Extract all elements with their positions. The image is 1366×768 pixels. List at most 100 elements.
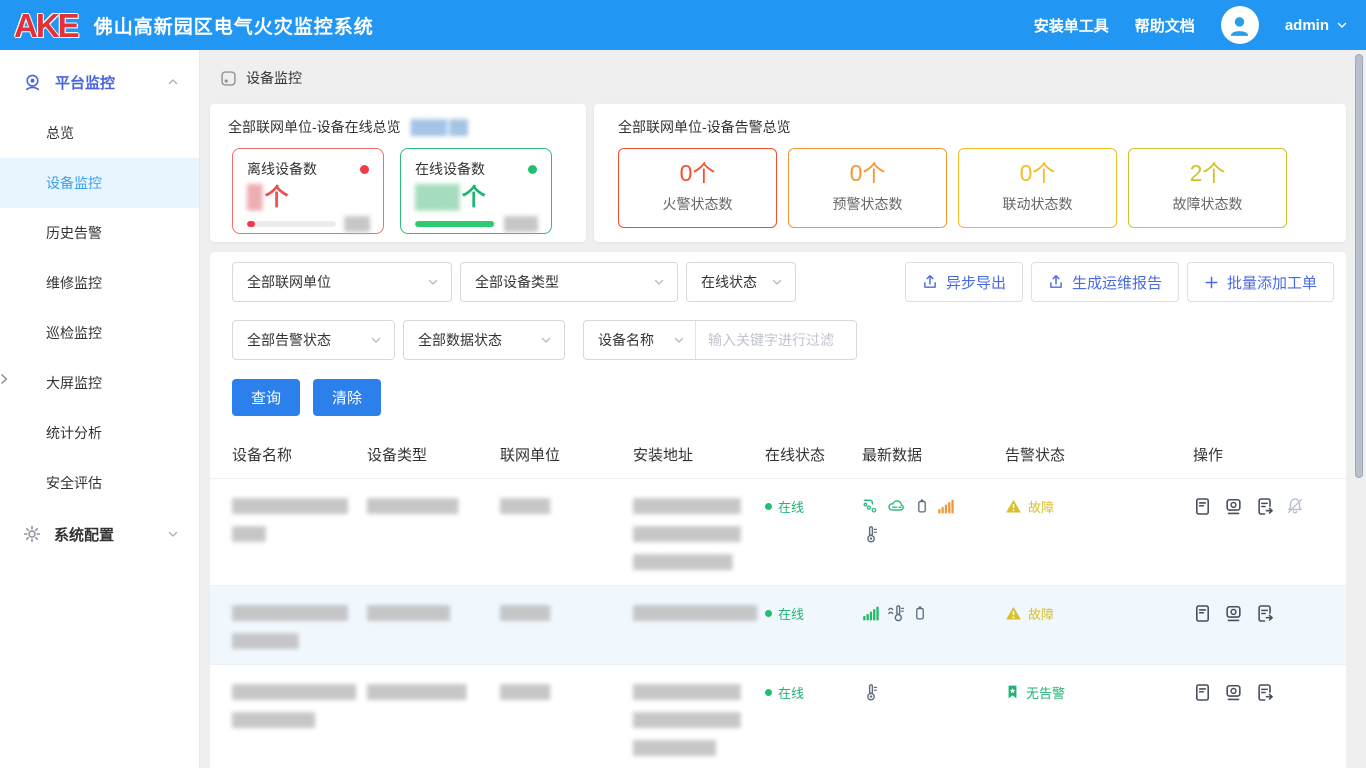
online-status-select[interactable]: 在线状态 <box>686 262 796 302</box>
avatar[interactable] <box>1221 6 1259 44</box>
sidebar-item-label: 设备监控 <box>46 173 102 193</box>
redacted-text: ██████ <box>500 492 619 520</box>
sidebar-item-大屏监控[interactable]: 大屏监控 <box>0 358 199 408</box>
sidebar-item-历史告警[interactable]: 历史告警 <box>0 208 199 258</box>
detail-doc-icon[interactable] <box>1193 683 1212 702</box>
column-header-设备类型: 设备类型 <box>367 444 500 465</box>
online-status-label: 在线 <box>778 683 804 702</box>
online-status-label: 在线 <box>778 604 804 623</box>
redacted-text: ██████ <box>500 678 619 706</box>
smoke-cloud-icon <box>887 497 907 515</box>
redacted-text: ██████ <box>500 599 619 627</box>
alarm-stat-label: 火警状态数 <box>663 194 733 214</box>
alarm-status-select[interactable]: 全部告警状态 <box>232 320 395 360</box>
sidebar-collapse-arrow-icon[interactable] <box>0 372 8 390</box>
webcam-icon <box>23 73 42 92</box>
sidebar-item-巡检监控[interactable]: 巡检监控 <box>0 308 199 358</box>
action-button-生成运维报告[interactable]: 生成运维报告 <box>1031 262 1179 302</box>
alarm-stat-value: 0个 <box>680 162 716 185</box>
device-type-cell: ██████████ <box>367 599 500 655</box>
work-order-icon[interactable] <box>1255 604 1274 623</box>
online-status-cell: 在线 <box>765 492 862 520</box>
sidebar-item-label: 历史告警 <box>46 223 102 243</box>
sidebar-item-安全评估[interactable]: 安全评估 <box>0 458 199 508</box>
sidebar-group-system-config[interactable]: 系统配置 <box>0 508 199 560</box>
detail-doc-icon[interactable] <box>1193 497 1212 516</box>
row-actions-cell <box>1193 599 1334 627</box>
breadcrumb-label: 设备监控 <box>246 68 302 88</box>
user-menu[interactable]: admin <box>1285 17 1348 34</box>
alarm-stat-label: 故障状态数 <box>1173 194 1243 214</box>
bookmark-icon <box>1005 684 1020 700</box>
sidebar-item-设备监控[interactable]: 设备监控 <box>0 158 199 208</box>
online-overview-card: 全部联网单位-设备在线总览 ████ ██ 离线设备数 █ 个 ███ <box>210 104 586 242</box>
sidebar-item-label: 总览 <box>46 123 74 143</box>
nav-install-tool[interactable]: 安装单工具 <box>1034 15 1109 36</box>
plus-icon <box>1204 275 1219 290</box>
table-row: ████████████████████████████████████████… <box>210 478 1346 585</box>
work-order-icon[interactable] <box>1255 497 1274 516</box>
device-table-body: ████████████████████████████████████████… <box>210 478 1346 768</box>
row-actions-cell <box>1193 492 1334 520</box>
unit-select[interactable]: 全部联网单位 <box>232 262 452 302</box>
device-table-header: 设备名称设备类型联网单位安装地址在线状态最新数据告警状态操作 <box>210 444 1346 478</box>
alarm-overview-card: 全部联网单位-设备告警总览 0个火警状态数0个预警状态数0个联动状态数2个故障状… <box>594 104 1346 242</box>
vertical-scrollbar-thumb[interactable] <box>1355 54 1363 478</box>
redacted-text: ████████████ <box>633 548 751 576</box>
redacted-text: ███████████████ <box>633 599 751 627</box>
sidebar-group-label: 平台监控 <box>55 72 154 93</box>
sidebar-item-label: 维修监控 <box>46 273 102 293</box>
alarm-stat-故障状态数: 2个故障状态数 <box>1128 148 1287 228</box>
redacted-text: ███████████████ <box>232 678 353 706</box>
warning-triangle-icon <box>1005 498 1022 515</box>
camera-icon[interactable] <box>1224 497 1243 516</box>
leak-current-icon <box>862 497 880 515</box>
data-status-select[interactable]: 全部数据状态 <box>403 320 565 360</box>
camera-icon[interactable] <box>1224 683 1243 702</box>
install-address-cell: ██████████████████████████████████████ <box>633 492 765 576</box>
action-button-异步导出[interactable]: 异步导出 <box>905 262 1023 302</box>
device-name-cell: █████████████████████████ <box>232 678 367 762</box>
online-dot <box>765 503 772 510</box>
online-status-dot <box>528 165 537 174</box>
offline-status-dot <box>360 165 369 174</box>
action-button-批量添加工单[interactable]: 批量添加工单 <box>1187 262 1334 302</box>
redacted-text: █████████████ <box>633 492 751 520</box>
chevron-down-icon <box>1336 19 1348 31</box>
keyword-field-select[interactable]: 设备名称 <box>584 321 696 359</box>
column-header-在线状态: 在线状态 <box>765 444 862 465</box>
keyword-input[interactable] <box>696 321 856 359</box>
online-devices-box: 在线设备数 ███ 个 ████ <box>400 148 552 234</box>
chevron-down-icon <box>771 276 783 288</box>
breadcrumb: 设备监控 <box>220 68 1346 88</box>
column-header-告警状态: 告警状态 <box>1005 444 1193 465</box>
online-card-title: 全部联网单位-设备在线总览 <box>228 117 401 137</box>
clear-button[interactable]: 清除 <box>313 379 381 416</box>
action-button-label: 异步导出 <box>946 272 1006 293</box>
detail-doc-icon[interactable] <box>1193 604 1212 623</box>
sidebar-item-维修监控[interactable]: 维修监控 <box>0 258 199 308</box>
filter-actions: 异步导出 生成运维报告批量添加工单 <box>905 262 1334 302</box>
mute-bell-icon[interactable] <box>1286 497 1304 515</box>
alarm-status-cell: 故障 <box>1005 492 1193 520</box>
work-order-icon[interactable] <box>1255 683 1274 702</box>
sidebar-item-统计分析[interactable]: 统计分析 <box>0 408 199 458</box>
main-content: 设备监控 全部联网单位-设备在线总览 ████ ██ 离线设备数 █ 个 <box>200 50 1366 768</box>
data-icon-row <box>862 599 1005 627</box>
device-type-select[interactable]: 全部设备类型 <box>460 262 678 302</box>
app-header: AKE 佛山高新园区电气火灾监控系统 安装单工具 帮助文档 admin <box>0 0 1366 50</box>
network-unit-cell: ██████ <box>500 599 633 655</box>
chevron-down-icon <box>653 276 665 288</box>
device-type-cell: ████████████ <box>367 678 500 762</box>
camera-icon[interactable] <box>1224 604 1243 623</box>
redacted-text: █████████████ <box>633 678 751 706</box>
thermo-hygro-icon <box>887 604 905 623</box>
redacted-offline-percent: ███ <box>344 217 369 231</box>
sidebar-item-总览[interactable]: 总览 <box>0 108 199 158</box>
nav-help-docs[interactable]: 帮助文档 <box>1135 15 1195 36</box>
alarm-status-label: 故障 <box>1028 604 1054 623</box>
alarm-stat-label: 联动状态数 <box>1003 194 1073 214</box>
column-header-安装地址: 安装地址 <box>633 444 765 465</box>
sidebar-group-platform-monitor[interactable]: 平台监控 <box>0 56 199 108</box>
query-button[interactable]: 查询 <box>232 379 300 416</box>
